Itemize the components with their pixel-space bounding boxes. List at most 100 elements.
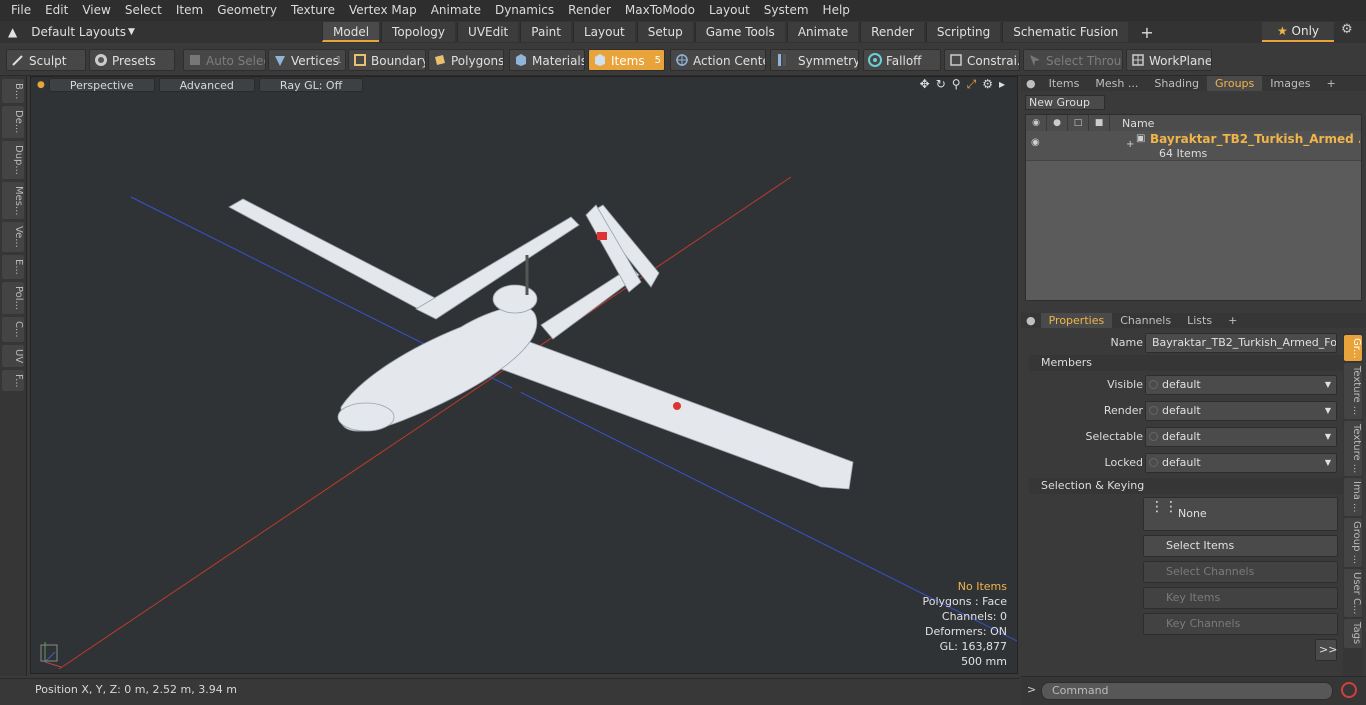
render-icon[interactable]: ● [1047,115,1068,131]
none-button[interactable]: ⋮⋮ None [1143,497,1338,531]
tab-scripting[interactable]: Scripting [925,22,1001,42]
tab-lists[interactable]: Lists [1179,313,1220,328]
expand-arrow-icon[interactable]: > [1027,683,1036,696]
symmetry-button[interactable]: Symmetry [770,49,859,71]
selectable-dropdown[interactable]: default ▼ [1145,427,1337,447]
auto-select-button[interactable]: Auto Select [183,49,266,71]
left-tool-tab[interactable]: E... [2,255,24,279]
menu-dynamics[interactable]: Dynamics [488,0,561,21]
key-channels-button[interactable]: Key Channels [1143,613,1338,635]
side-tab[interactable]: User C... [1344,568,1362,618]
boundary-button[interactable]: Boundary [348,49,426,71]
menu-texture[interactable]: Texture [284,0,342,21]
collapse-icon[interactable]: ▲ [8,25,17,39]
select-items-button[interactable]: Select Items [1143,535,1338,557]
more-button[interactable]: >> [1315,639,1337,661]
key-items-button[interactable]: Key Items [1143,587,1338,609]
tab-paint[interactable]: Paint [520,22,571,42]
advanced-button[interactable]: Advanced [158,78,255,92]
menu-item[interactable]: Item [169,0,210,21]
visible-eye-icon[interactable]: ◉ [1031,137,1040,148]
left-tool-tab[interactable]: Dup... [2,140,24,179]
left-tool-tab[interactable]: F... [2,369,24,392]
tab-schematic-fusion[interactable]: Schematic Fusion [1002,22,1129,42]
polygons-button[interactable]: Polygons [428,49,504,71]
members-section[interactable]: Members [1029,355,1343,371]
menu-maxtomodo[interactable]: MaxToModo [618,0,702,21]
3d-viewport[interactable]: ● Perspective Advanced Ray GL: Off ✥ ↻ ⚲… [30,76,1018,674]
materials-button[interactable]: Materials [509,49,585,71]
menu-select[interactable]: Select [118,0,169,21]
menu-geometry[interactable]: Geometry [210,0,284,21]
side-tab[interactable]: Ima ... [1344,478,1362,516]
falloff-button[interactable]: Falloff [863,49,941,71]
selection-keying-section[interactable]: Selection & Keying [1029,478,1343,494]
gear-icon[interactable]: ⚙ [1341,22,1353,37]
tab-items[interactable]: Items [1041,76,1088,91]
group-row[interactable]: ◉ + ▣ Bayraktar_TB2_Turkish_Armed ... 64… [1026,131,1361,161]
constraints-button[interactable]: Constrai... [944,49,1020,71]
layouts-selector[interactable]: ▲ Default Layouts ▼ [0,25,322,39]
zoom-icon[interactable]: ⚲ [952,77,961,92]
left-tool-tab[interactable]: Ve... [2,222,24,253]
menu-file[interactable]: File [4,0,38,21]
rotate-icon[interactable]: ↻ [936,77,946,92]
perspective-button[interactable]: Perspective [48,78,155,92]
tab-render[interactable]: Render [860,22,924,42]
command-input[interactable]: Command [1041,682,1333,700]
left-tool-tab[interactable]: B... [2,79,24,104]
expand-icon[interactable]: + [1126,139,1134,150]
menu-layout[interactable]: Layout [702,0,757,21]
side-tab[interactable]: Group ... [1344,517,1362,567]
lock-icon[interactable]: ■ [1089,115,1110,131]
tab-topology[interactable]: Topology [381,22,456,42]
add-tab-icon[interactable]: + [1220,313,1245,328]
tab-groups[interactable]: Groups [1207,76,1263,91]
tab-channels[interactable]: Channels [1112,313,1179,328]
select-through-button[interactable]: Select Through [1023,49,1123,71]
viewport-scene[interactable] [31,77,1018,674]
menu-view[interactable]: View [75,0,117,21]
eye-icon[interactable]: ◉ [1026,115,1047,131]
panel-dot-icon[interactable]: ● [1021,76,1041,91]
select-channels-button[interactable]: Select Channels [1143,561,1338,583]
tab-layout[interactable]: Layout [572,22,635,42]
tab-uvedit[interactable]: UVEdit [457,22,519,42]
record-icon[interactable] [1341,682,1357,698]
select-icon[interactable]: □ [1068,115,1089,131]
left-tool-tab[interactable]: De... [2,106,24,138]
only-button[interactable]: ★ Only [1262,22,1334,42]
move-icon[interactable]: ✥ [920,77,930,92]
tab-mesh[interactable]: Mesh ... [1087,76,1146,91]
tab-setup[interactable]: Setup [636,22,693,42]
side-tab[interactable]: Texture ... [1344,363,1362,419]
left-tool-tab[interactable]: Mes... [2,181,24,220]
visible-dropdown[interactable]: default ▼ [1145,375,1337,395]
tab-game-tools[interactable]: Game Tools [694,22,785,42]
sculpt-button[interactable]: Sculpt [6,49,86,71]
locked-dropdown[interactable]: default ▼ [1145,453,1337,473]
settings-icon[interactable]: ⚙ [982,77,993,92]
tab-animate[interactable]: Animate [786,22,859,42]
new-group-button[interactable]: New Group [1025,95,1105,110]
items-button[interactable]: Items 5 [588,49,665,71]
side-tab[interactable]: Tags [1344,619,1362,648]
side-tab[interactable]: Gr... [1344,335,1362,362]
fit-icon[interactable]: ⤢ [967,77,977,92]
side-tab[interactable]: Texture ... [1344,420,1362,477]
render-dropdown[interactable]: default ▼ [1145,401,1337,421]
vertices-button[interactable]: Vertices 1 [268,49,346,71]
left-tool-tab[interactable]: UV [2,344,24,367]
workplane-button[interactable]: WorkPlane [1126,49,1212,71]
add-tab-icon[interactable]: + [1130,23,1163,42]
menu-animate[interactable]: Animate [424,0,488,21]
action-center-button[interactable]: Action Center [670,49,766,71]
tab-model[interactable]: Model [322,22,380,42]
raygl-button[interactable]: Ray GL: Off [258,78,364,92]
left-tool-tab[interactable]: C... [2,316,24,342]
menu-edit[interactable]: Edit [38,0,75,21]
tab-shading[interactable]: Shading [1146,76,1207,91]
name-input[interactable]: Bayraktar_TB2_Turkish_Armed_Forces [1145,333,1337,353]
menu-system[interactable]: System [757,0,816,21]
add-tab-icon[interactable]: + [1318,76,1343,91]
